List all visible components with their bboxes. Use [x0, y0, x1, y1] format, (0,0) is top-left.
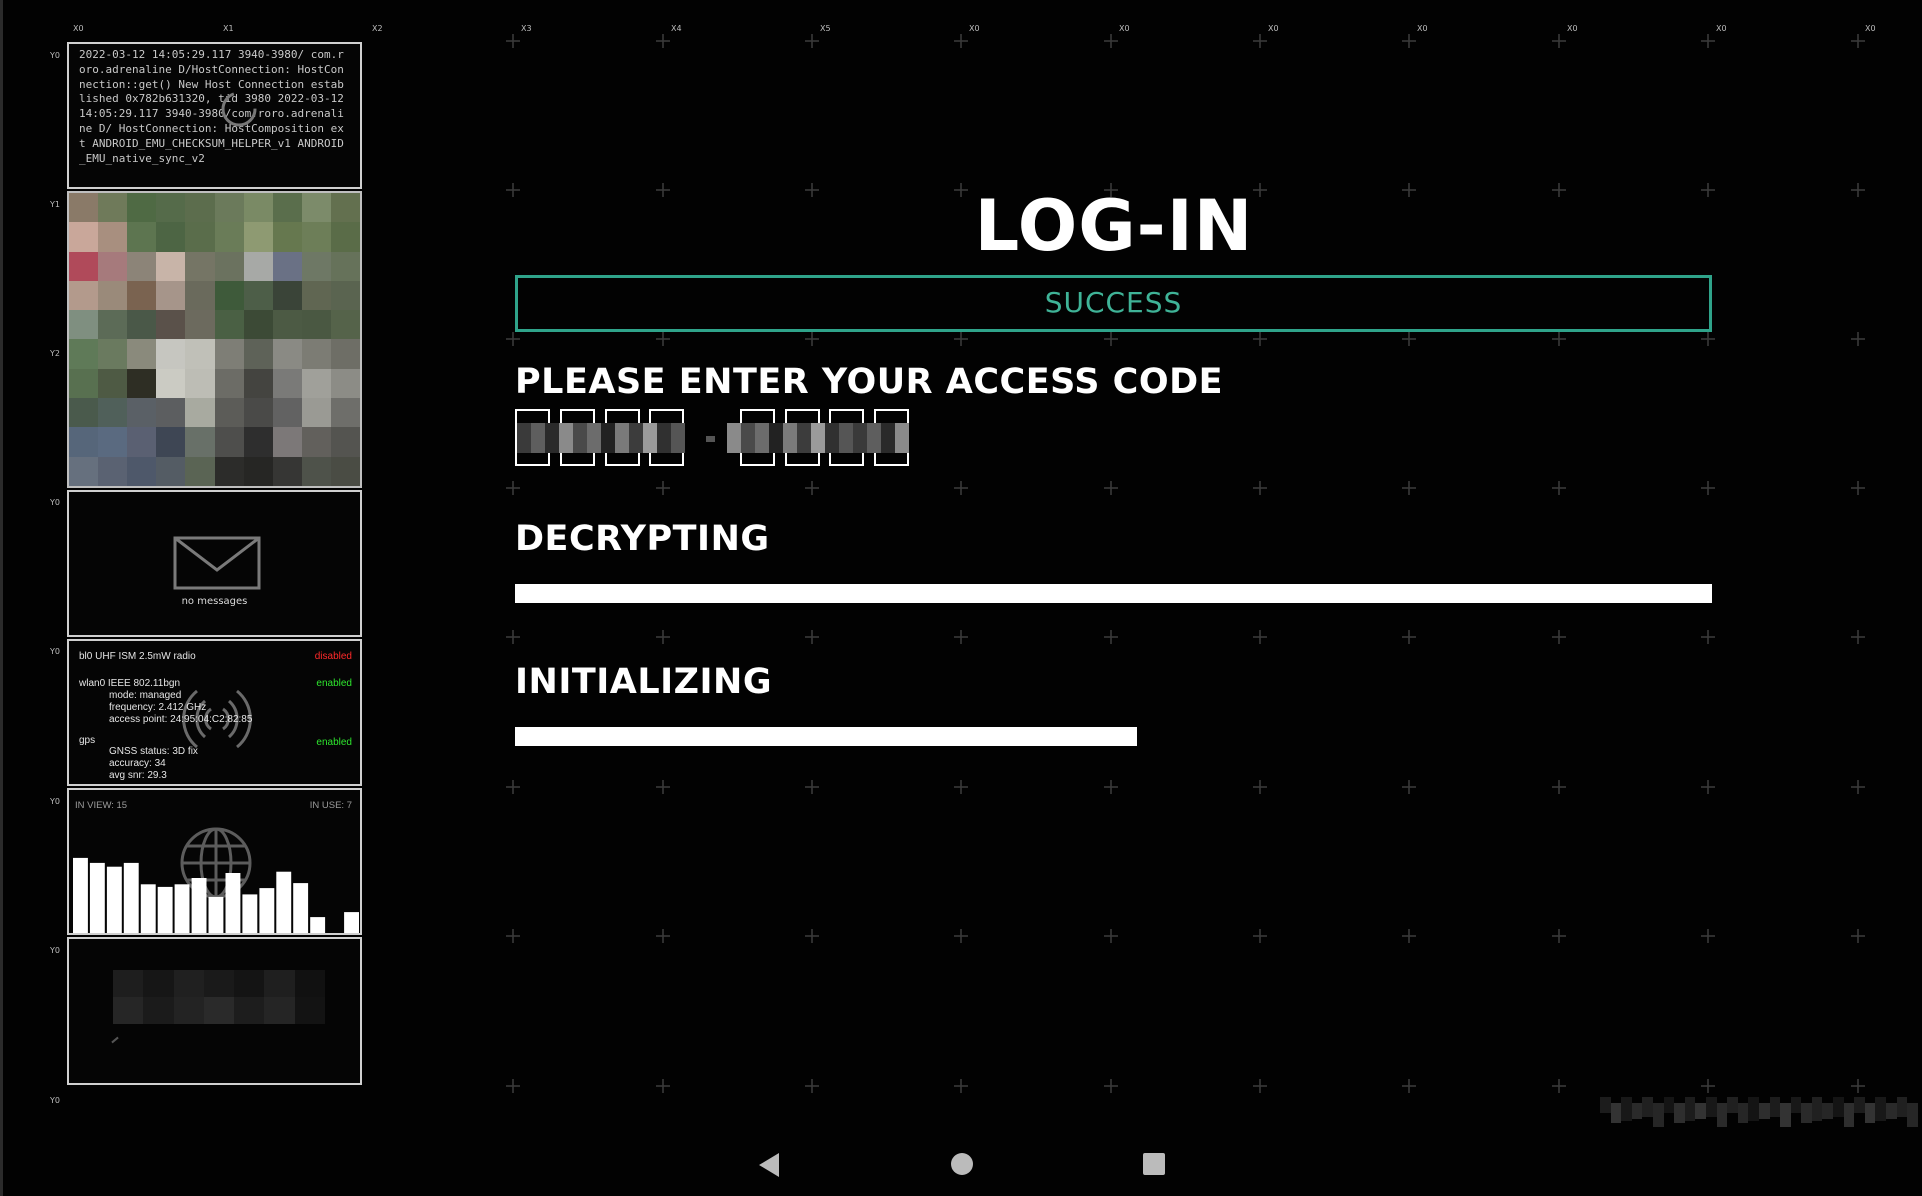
col-label: X2: [372, 24, 383, 33]
row-label: Y0: [50, 51, 60, 60]
row-label: Y0: [50, 647, 60, 656]
wlan0-frequency: frequency: 2.412 GHz: [109, 702, 207, 713]
col-label: X0: [73, 24, 84, 33]
col-label: X0: [1268, 24, 1279, 33]
row-label: Y1: [50, 200, 60, 209]
decrypting-progress-bar: [515, 584, 1712, 603]
gnss-status: GNSS status: 3D fix: [109, 746, 198, 757]
row-label: Y0: [50, 946, 60, 955]
blurred-content: [113, 970, 325, 1024]
camera-feed-panel: [67, 191, 362, 488]
col-label: X4: [671, 24, 682, 33]
wlan0-access-point: access point: 24:95:04:C2:82:85: [109, 714, 253, 725]
gps-label: gps: [79, 735, 96, 746]
row-label: Y0: [50, 797, 60, 806]
access-code-input[interactable]: [515, 409, 915, 469]
wlan0-status: enabled: [316, 678, 352, 689]
col-label: X0: [1119, 24, 1130, 33]
satellite-bar: [293, 883, 309, 933]
left-edge-bar: [0, 0, 3, 1196]
satellite-bar: [242, 894, 258, 933]
satellite-bar: [344, 912, 359, 933]
row-label: Y0: [50, 498, 60, 507]
satellite-bar: [157, 886, 173, 933]
bl0-radio-label: bl0 UHF ISM 2.5mW radio: [79, 651, 196, 662]
col-label: X3: [521, 24, 532, 33]
cursor-mark: [111, 1036, 119, 1044]
log-panel: 2022-03-12 14:05:29.117 3940-3980/ com.r…: [67, 42, 362, 189]
satellite-bar: [191, 878, 207, 933]
satellite-bar: [259, 888, 275, 933]
satellite-bar: [123, 862, 139, 933]
row-label: Y0: [50, 1096, 60, 1105]
access-code-prompt: PLEASE ENTER YOUR ACCESS CODE: [515, 362, 1224, 402]
gps-avg-snr: avg snr: 29.3: [109, 770, 167, 781]
gps-accuracy: accuracy: 34: [109, 758, 166, 769]
obscured-code-digits: [517, 423, 909, 453]
page-title: LOG-IN: [974, 185, 1254, 267]
loading-spinner-icon: [221, 91, 257, 127]
recents-square-icon[interactable]: [1142, 1152, 1166, 1176]
no-messages-label: no messages: [181, 596, 248, 607]
satellite-bar: [106, 866, 122, 933]
satellites-panel: IN VIEW: 15 IN USE: 7: [67, 788, 362, 935]
satellite-bar: [310, 917, 326, 933]
status-banner: SUCCESS: [515, 275, 1712, 332]
satellite-bar: [174, 884, 190, 933]
wlan0-mode: mode: managed: [109, 690, 182, 701]
decrypting-label: DECRYPTING: [515, 519, 770, 559]
satellite-bar: [327, 934, 342, 936]
home-circle-icon[interactable]: [950, 1152, 974, 1176]
bl0-status: disabled: [314, 651, 352, 662]
envelope-icon: [173, 536, 261, 590]
col-label: X5: [820, 24, 831, 33]
satellite-signal-bars: [73, 857, 359, 936]
initializing-label: INITIALIZING: [515, 662, 773, 702]
satellite-bar: [89, 862, 105, 933]
blurred-panel: [67, 937, 362, 1085]
back-triangle-icon[interactable]: [757, 1151, 781, 1179]
initializing-progress-bar: [515, 727, 1138, 746]
blurred-footer-text: [1600, 1097, 1918, 1127]
satellite-bar: [225, 873, 241, 933]
radio-status-panel: bl0 UHF ISM 2.5mW radio disabled wlan0 I…: [67, 639, 362, 786]
row-label: Y2: [50, 349, 60, 358]
satellite-bar: [208, 896, 224, 933]
messages-panel: no messages: [67, 490, 362, 637]
col-label: X0: [969, 24, 980, 33]
satellite-bar: [140, 884, 156, 933]
gps-status: enabled: [316, 737, 352, 748]
pixelated-image: [69, 193, 360, 486]
wlan0-label: wlan0 IEEE 802.11bgn: [79, 678, 181, 689]
col-label: X0: [1417, 24, 1428, 33]
col-label: X0: [1567, 24, 1578, 33]
col-label: X0: [1716, 24, 1727, 33]
satellite-bar: [276, 871, 292, 933]
col-label: X1: [223, 24, 234, 33]
satellite-bar: [73, 857, 88, 933]
col-label: X0: [1865, 24, 1876, 33]
